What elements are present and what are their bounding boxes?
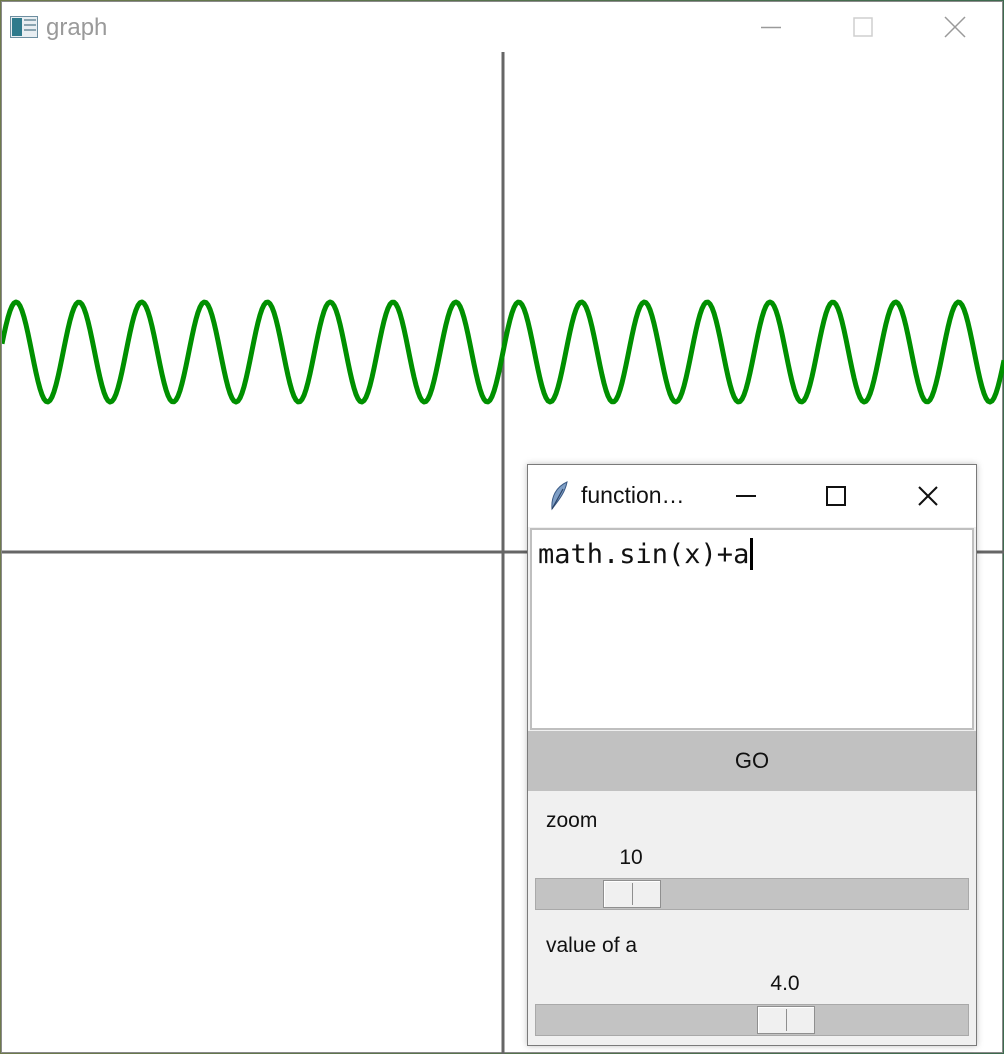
function-minimize-button[interactable] xyxy=(700,465,792,527)
maximize-icon xyxy=(853,17,873,37)
expression-input[interactable]: math.sin(x)+a xyxy=(530,528,974,730)
graph-titlebar[interactable]: graph xyxy=(2,2,1002,52)
a-value: 4.0 xyxy=(770,972,800,995)
close-icon xyxy=(918,486,938,506)
minimize-icon xyxy=(761,26,781,29)
function-window: function… math.sin(x)+a GO zoom 10 value… xyxy=(527,464,977,1046)
function-window-title: function… xyxy=(581,482,685,508)
graph-window-title: graph xyxy=(46,14,108,41)
zoom-value: 10 xyxy=(619,846,643,869)
maximize-icon xyxy=(826,486,846,506)
graph-minimize-button[interactable] xyxy=(725,2,817,52)
a-label: value of a xyxy=(546,934,638,957)
close-icon xyxy=(944,16,966,38)
expression-text: math.sin(x)+a xyxy=(538,539,750,570)
app-window-icon xyxy=(10,16,38,38)
graph-close-button[interactable] xyxy=(909,2,1001,52)
function-maximize-button[interactable] xyxy=(790,465,882,527)
text-caret xyxy=(750,538,754,570)
graph-maximize-button[interactable] xyxy=(817,2,909,52)
go-button[interactable]: GO xyxy=(528,731,976,791)
zoom-slider[interactable] xyxy=(535,878,969,910)
zoom-label: zoom xyxy=(546,809,598,832)
a-slider[interactable] xyxy=(535,1004,969,1036)
feather-icon xyxy=(551,481,568,511)
function-titlebar[interactable]: function… xyxy=(528,465,976,527)
a-slider-thumb[interactable] xyxy=(757,1006,815,1034)
zoom-slider-thumb[interactable] xyxy=(603,880,661,908)
minimize-icon xyxy=(736,495,756,497)
function-close-button[interactable] xyxy=(882,465,974,527)
